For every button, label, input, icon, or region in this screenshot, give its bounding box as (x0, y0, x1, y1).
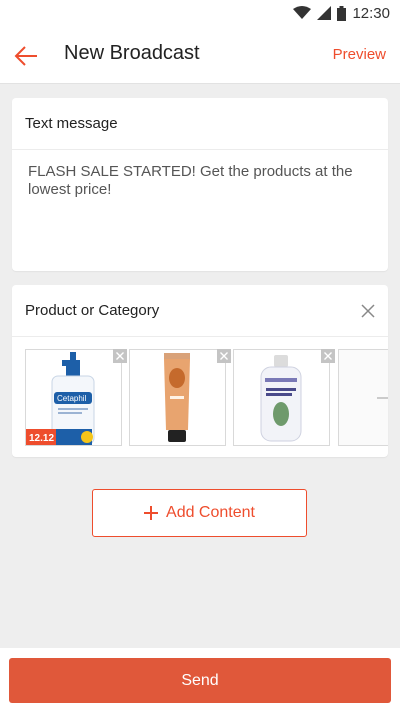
text-message-header: Text message (12, 98, 388, 150)
product-thumb[interactable]: Cetaphil 12.12 (25, 349, 127, 446)
product-thumb[interactable] (233, 349, 335, 446)
close-icon (361, 304, 375, 318)
signal-icon (317, 6, 332, 20)
svg-text:Cetaphil: Cetaphil (57, 394, 87, 403)
add-content-button[interactable]: Add Content (92, 489, 307, 537)
remove-product-button[interactable] (113, 349, 127, 363)
preview-button[interactable]: Preview (333, 46, 386, 63)
hand-cream-product (164, 353, 190, 442)
svg-text:12.12: 12.12 (29, 433, 54, 444)
send-button[interactable]: Send (9, 658, 391, 703)
app-bar: New Broadcast Preview (0, 26, 400, 84)
wifi-icon (293, 6, 312, 19)
send-label: Send (181, 671, 219, 689)
product-header: Product or Category (12, 285, 388, 337)
close-icon (324, 352, 332, 360)
battery-icon (337, 5, 347, 21)
remove-product-button[interactable] (321, 349, 335, 363)
clear-products-button[interactable] (358, 301, 378, 321)
close-icon (220, 352, 228, 360)
text-message-card: Text message FLASH SALE STARTED! Get the… (12, 98, 388, 271)
text-message-label: Text message (25, 115, 118, 132)
arrow-left-icon (14, 46, 37, 66)
status-time: 12:30 (352, 4, 390, 22)
add-product-slot[interactable] (338, 349, 388, 446)
product-card: Product or Category Cetaphil 12.12 (12, 285, 388, 457)
close-icon (116, 352, 124, 360)
product-list: Cetaphil 12.12 (12, 337, 388, 457)
plus-icon (144, 506, 159, 520)
status-bar: 12:30 (0, 0, 400, 26)
message-input[interactable]: FLASH SALE STARTED! Get the products at … (12, 150, 388, 199)
add-content-label: Add Content (166, 504, 255, 521)
back-button[interactable] (12, 42, 40, 70)
thickening-conditioner-product (260, 355, 302, 442)
product-thumb[interactable] (129, 349, 231, 446)
cetaphil-lotion-product: Cetaphil 12.12 (26, 352, 95, 445)
page-title: New Broadcast (64, 42, 200, 64)
product-label: Product or Category (25, 302, 160, 319)
plus-icon (377, 397, 388, 399)
bottom-bar: Send (0, 648, 400, 712)
remove-product-button[interactable] (217, 349, 231, 363)
